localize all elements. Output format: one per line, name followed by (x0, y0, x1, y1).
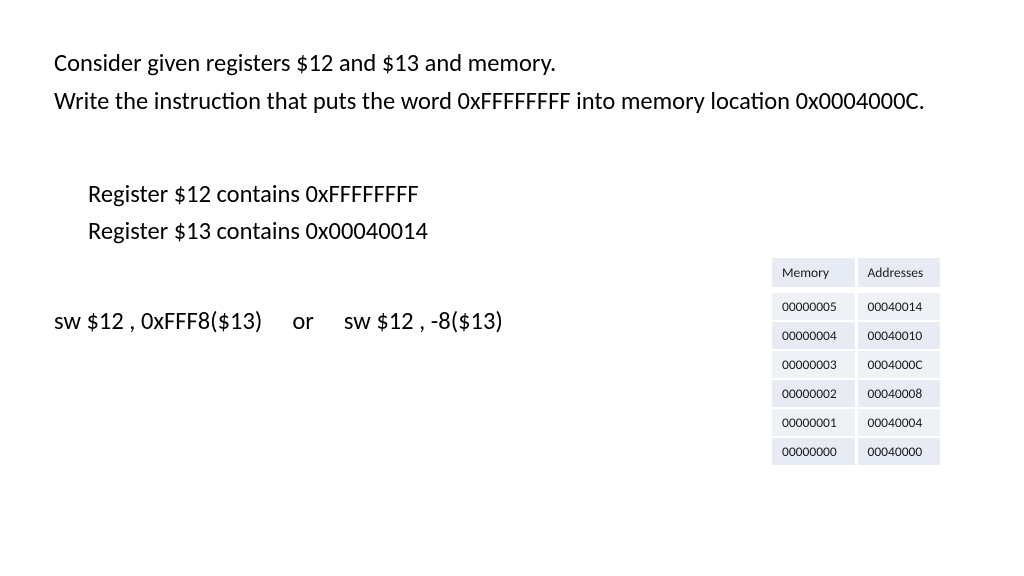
table-row: 00000005 00040014 (772, 292, 940, 321)
prompt-line-1: Consider given registers $12 and $13 and… (54, 48, 970, 80)
register-block: Register $12 contains 0xFFFFFFFF Registe… (88, 178, 970, 248)
mem-cell: 00000004 (772, 321, 856, 350)
table-header-row: Memory Addresses (772, 258, 940, 288)
addr-cell: 00040000 (856, 437, 940, 466)
addr-cell: 00040010 (856, 321, 940, 350)
mem-cell: 00000005 (772, 292, 856, 321)
table-row: 00000001 00040004 (772, 408, 940, 437)
table-row: 00000002 00040008 (772, 379, 940, 408)
table-row: 00000004 00040010 (772, 321, 940, 350)
header-memory: Memory (772, 258, 856, 288)
addr-cell: 00040008 (856, 379, 940, 408)
addr-cell: 00040004 (856, 408, 940, 437)
register-13-line: Register $13 contains 0x00040014 (88, 215, 970, 248)
mem-cell: 00000001 (772, 408, 856, 437)
mem-cell: 00000000 (772, 437, 856, 466)
addr-cell: 00040014 (856, 292, 940, 321)
addr-cell: 0004000C (856, 350, 940, 379)
slide: Consider given registers $12 and $13 and… (0, 0, 1024, 576)
table-row: 00000000 00040000 (772, 437, 940, 466)
memory-table: Memory Addresses 00000005 00040014 00000… (772, 258, 940, 467)
register-12-line: Register $12 contains 0xFFFFFFFF (88, 178, 970, 211)
mem-cell: 00000003 (772, 350, 856, 379)
header-addresses: Addresses (856, 258, 940, 288)
table-row: 00000003 0004000C (772, 350, 940, 379)
prompt-line-2: Write the instruction that puts the word… (54, 86, 970, 118)
mem-cell: 00000002 (772, 379, 856, 408)
